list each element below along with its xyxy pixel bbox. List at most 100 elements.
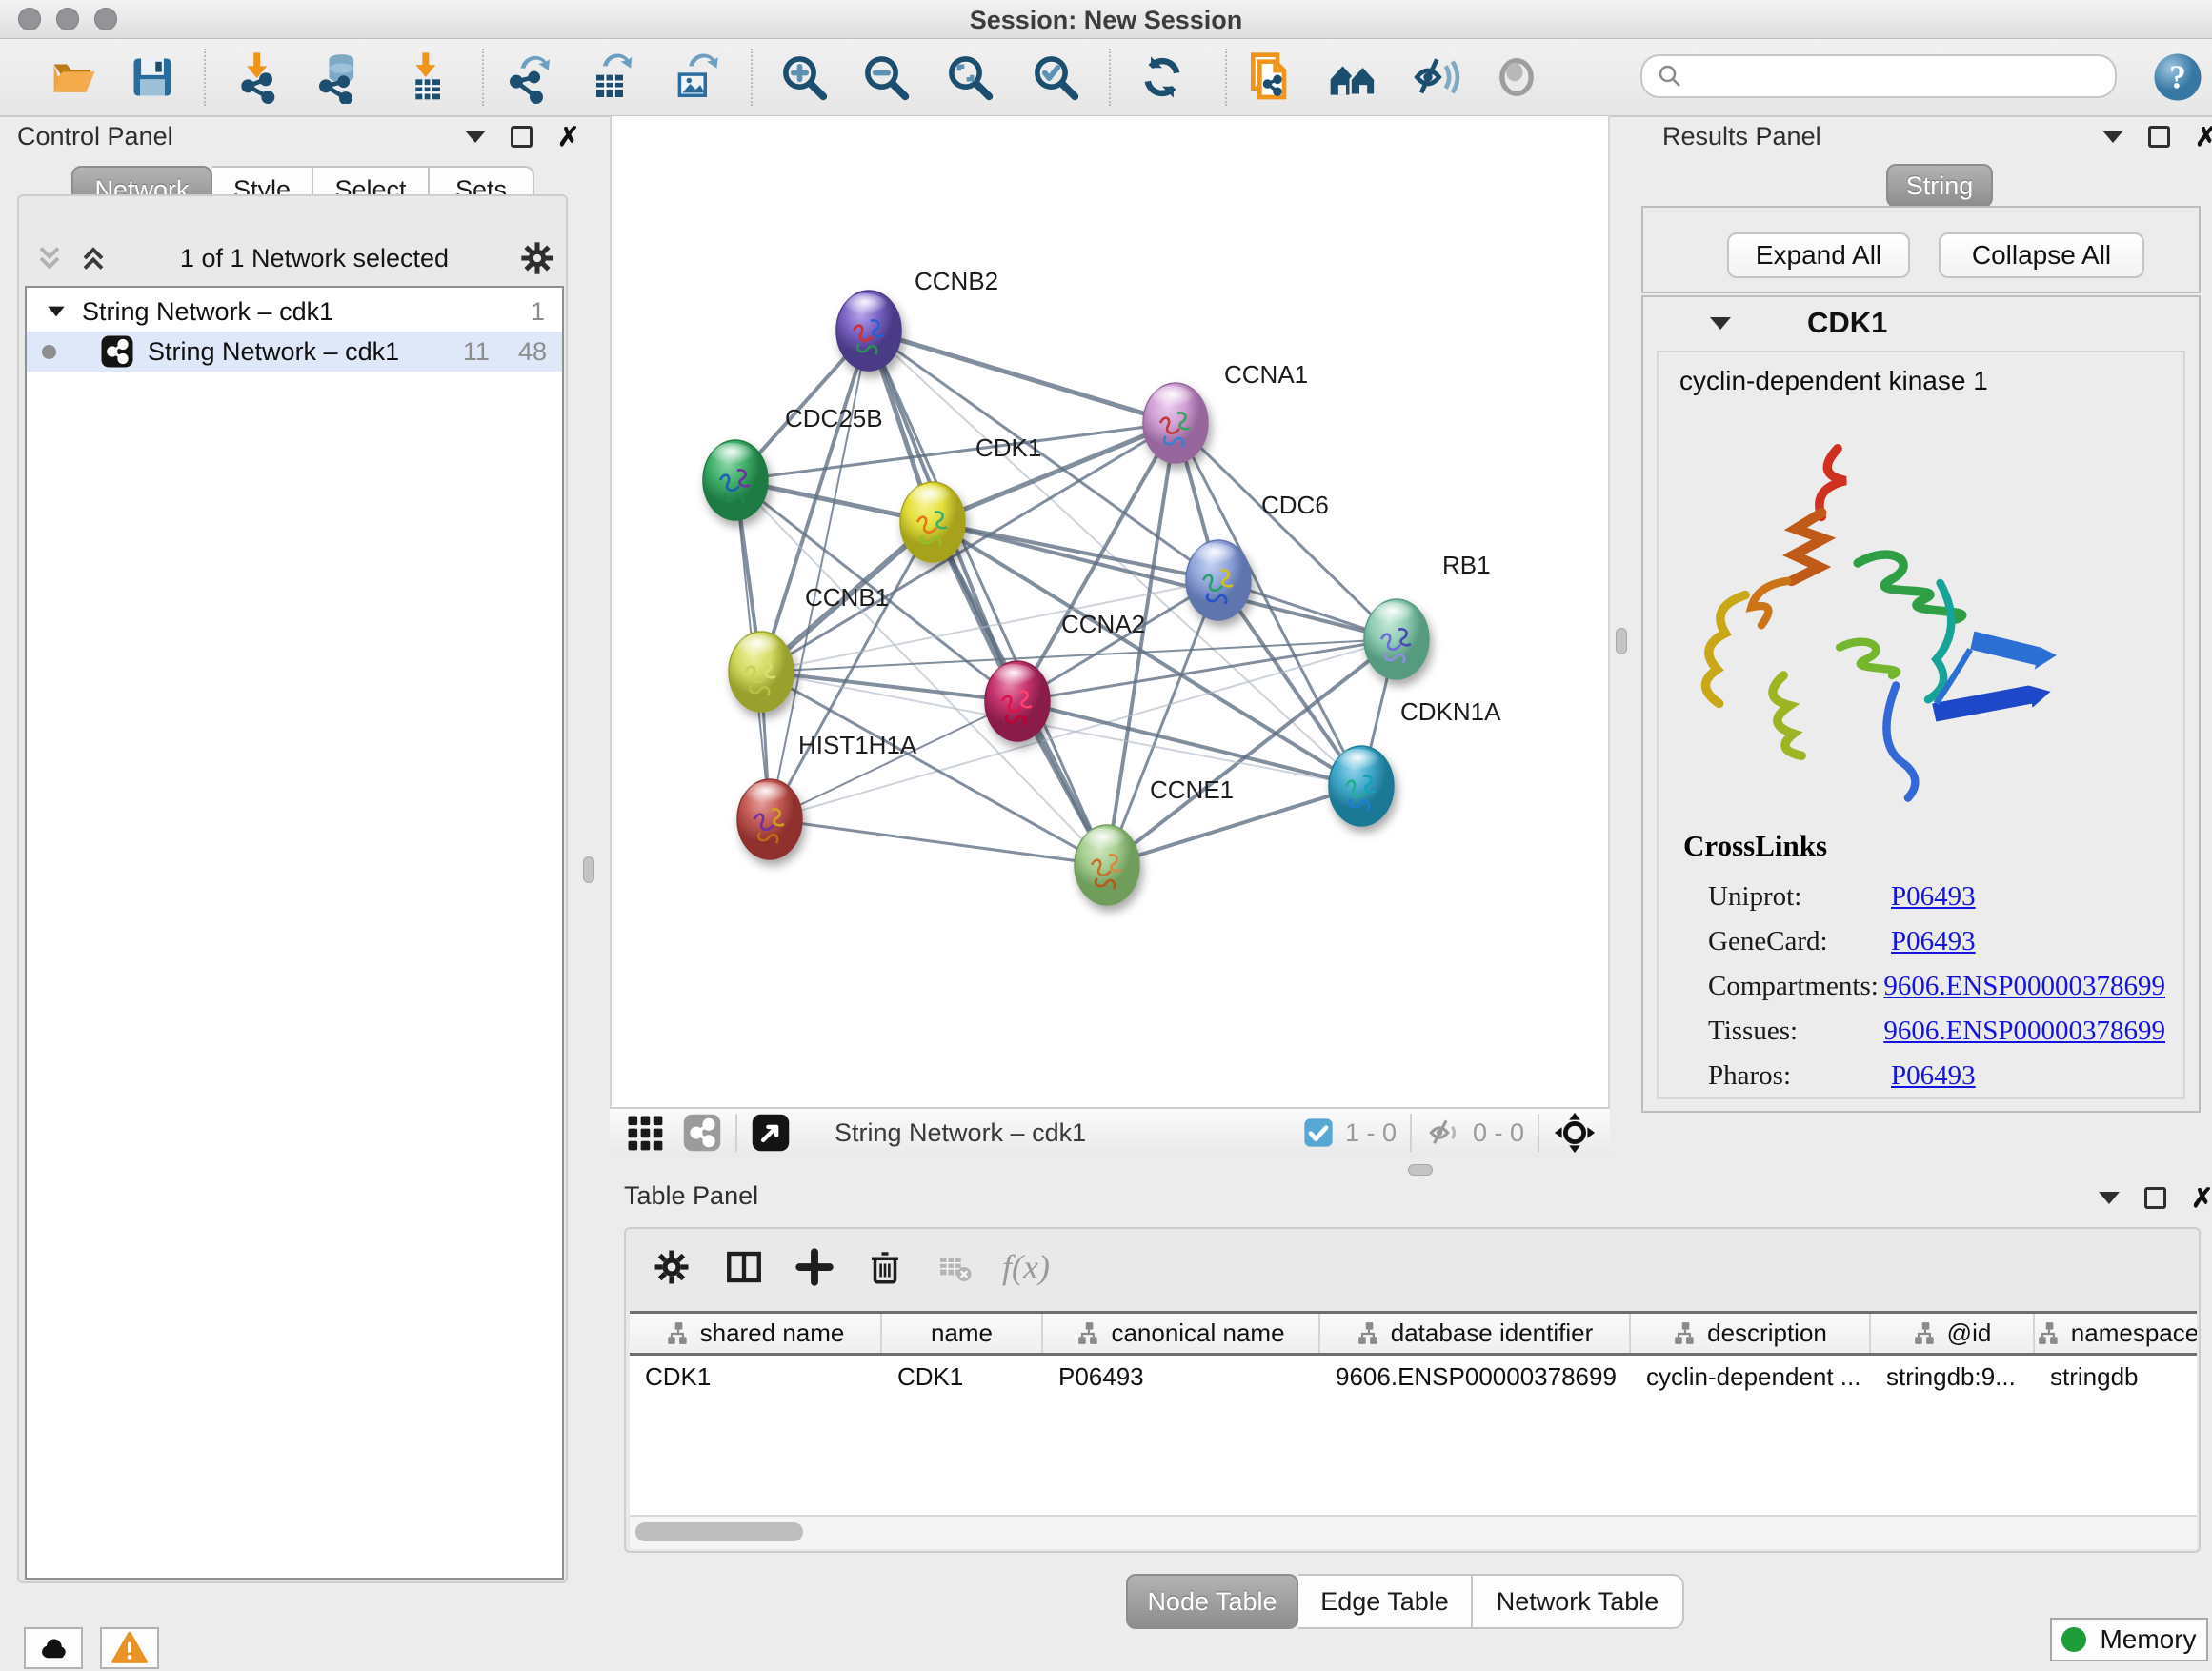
import-network-database-button[interactable] xyxy=(312,50,366,104)
node-label: CDC25B xyxy=(785,404,883,433)
scrollbar-thumb[interactable] xyxy=(635,1522,803,1541)
memory-button[interactable]: Memory xyxy=(2050,1618,2208,1661)
close-panel-icon[interactable]: ✗ xyxy=(557,128,579,147)
network-row[interactable]: String Network – cdk1 11 48 xyxy=(27,332,562,372)
expand-all-chevron-icon[interactable] xyxy=(76,241,111,275)
network-collection-row[interactable]: String Network – cdk1 1 xyxy=(27,292,562,332)
tree-expander-icon[interactable] xyxy=(44,299,69,324)
network-options-gear-icon[interactable] xyxy=(518,239,556,277)
column-header-canonical-name[interactable]: canonical name xyxy=(1043,1314,1320,1353)
float-panel-icon[interactable] xyxy=(465,131,486,143)
close-panel-icon[interactable]: ✗ xyxy=(2191,1189,2212,1208)
hide-panels-button[interactable] xyxy=(1408,50,1461,104)
tab-string[interactable]: String xyxy=(1886,164,1993,208)
export-table-button[interactable] xyxy=(583,50,636,104)
table-row[interactable]: CDK1CDK1P064939606.ENSP00000378699cyclin… xyxy=(630,1356,2197,1398)
hidden-eye-slash-icon[interactable] xyxy=(1425,1115,1461,1151)
open-session-button[interactable] xyxy=(48,50,101,104)
column-header-shared-name[interactable]: shared name xyxy=(630,1314,882,1353)
network-node-HIST1H1A[interactable] xyxy=(737,779,802,859)
crosslink-value[interactable]: P06493 xyxy=(1891,1060,1976,1092)
tab-node-table[interactable]: Node Table xyxy=(1126,1574,1298,1629)
network-node-CCNE1[interactable] xyxy=(1075,825,1139,905)
warnings-button[interactable] xyxy=(100,1627,159,1669)
selected-checkbox-icon[interactable] xyxy=(1303,1117,1334,1148)
table-body: CDK1CDK1P064939606.ENSP00000378699cyclin… xyxy=(630,1356,2197,1398)
network-node-CCNA1[interactable] xyxy=(1143,383,1208,463)
show-panels-button[interactable] xyxy=(1490,50,1543,104)
gene-section-header[interactable]: CDK1 xyxy=(1643,297,2199,349)
namespace-tree-icon xyxy=(1913,1321,1938,1346)
refresh-button[interactable] xyxy=(1136,50,1189,104)
left-splitter-handle[interactable] xyxy=(583,856,594,883)
column-header-namespace[interactable]: namespace xyxy=(2035,1314,2197,1353)
network-canvas[interactable]: CCNB2CCNA1CDC25BCDK1CDC6RB1CCNB1CCNA2CDK… xyxy=(610,116,1610,1107)
maximize-panel-icon[interactable] xyxy=(511,126,533,148)
gene-details: cyclin-dependent kinase 1 xyxy=(1657,351,2185,1099)
crosslink-value[interactable]: P06493 xyxy=(1891,881,1976,913)
collapse-all-chevron-icon[interactable] xyxy=(32,241,67,275)
float-panel-icon[interactable] xyxy=(2102,131,2123,143)
network-node-CDC25B[interactable] xyxy=(703,440,768,520)
function-builder-icon[interactable]: f(x) xyxy=(1002,1247,1050,1287)
zoom-fit-button[interactable] xyxy=(943,50,996,104)
show-columns-icon[interactable] xyxy=(724,1247,764,1287)
maximize-panel-icon[interactable] xyxy=(2144,1187,2166,1209)
network-node-CDC6[interactable] xyxy=(1186,540,1251,620)
expand-all-button[interactable]: Expand All xyxy=(1727,232,1910,278)
table-options-gear-icon[interactable] xyxy=(652,1247,692,1287)
crosslink-value[interactable]: 9606.ENSP00000378699 xyxy=(1883,971,2165,1002)
network-edge[interactable] xyxy=(1017,580,1218,701)
float-panel-icon[interactable] xyxy=(2099,1192,2120,1204)
tab-edge-table[interactable]: Edge Table xyxy=(1298,1574,1473,1629)
table-horizontal-scrollbar[interactable] xyxy=(630,1515,2197,1549)
column-header--id[interactable]: @id xyxy=(1871,1314,2035,1353)
crosslink-value[interactable]: P06493 xyxy=(1891,926,1976,957)
network-edge[interactable] xyxy=(869,331,1107,865)
detach-view-icon[interactable] xyxy=(751,1113,791,1153)
network-thumbnail-icon[interactable] xyxy=(682,1113,722,1153)
section-expander-icon[interactable] xyxy=(1710,317,1731,330)
network-edge[interactable] xyxy=(933,522,1397,639)
open-docs-button[interactable] xyxy=(1244,50,1297,104)
zoom-out-button[interactable] xyxy=(859,50,913,104)
gene-name: CDK1 xyxy=(1807,306,1887,340)
zoom-in-button[interactable] xyxy=(777,50,831,104)
network-node-CDKN1A[interactable] xyxy=(1329,746,1394,826)
network-edge[interactable] xyxy=(1107,786,1361,865)
network-node-RB1[interactable] xyxy=(1364,599,1429,679)
add-column-icon[interactable] xyxy=(794,1247,835,1287)
birds-eye-toggle-icon[interactable] xyxy=(1553,1111,1597,1155)
collapse-all-button[interactable]: Collapse All xyxy=(1939,232,2144,278)
column-header-name[interactable]: name xyxy=(882,1314,1043,1353)
cytoscape-home-button[interactable] xyxy=(1326,50,1379,104)
right-splitter-handle[interactable] xyxy=(1616,628,1627,654)
search-input[interactable] xyxy=(1684,61,2115,92)
help-button[interactable]: ? xyxy=(2151,50,2204,104)
export-image-button[interactable] xyxy=(667,50,720,104)
network-node-CCNB1[interactable] xyxy=(729,632,794,712)
delete-column-icon[interactable] xyxy=(865,1247,905,1287)
delete-table-icon[interactable] xyxy=(935,1248,974,1286)
column-header-database-identifier[interactable]: database identifier xyxy=(1320,1314,1631,1353)
export-network-button[interactable] xyxy=(503,50,556,104)
network-edge[interactable] xyxy=(770,701,1017,819)
network-edge[interactable] xyxy=(869,331,1176,423)
network-edge[interactable] xyxy=(761,331,869,672)
crosslink-value[interactable]: 9606.ENSP00000378699 xyxy=(1883,1016,2165,1047)
tab-network-table[interactable]: Network Table xyxy=(1473,1574,1684,1629)
network-node-CDK1[interactable] xyxy=(900,482,965,562)
horizontal-splitter-handle[interactable] xyxy=(1408,1164,1433,1176)
import-table-file-button[interactable] xyxy=(400,50,453,104)
save-session-button[interactable] xyxy=(126,50,179,104)
column-header-description[interactable]: description xyxy=(1631,1314,1871,1353)
network-edge[interactable] xyxy=(770,819,1107,865)
zoom-selected-button[interactable] xyxy=(1029,50,1082,104)
maximize-panel-icon[interactable] xyxy=(2148,126,2170,148)
network-node-CCNA2[interactable] xyxy=(985,661,1050,741)
cloud-status-button[interactable] xyxy=(24,1627,83,1669)
network-node-CCNB2[interactable] xyxy=(836,291,901,371)
grid-view-icon[interactable] xyxy=(625,1113,665,1153)
close-panel-icon[interactable]: ✗ xyxy=(2195,128,2212,147)
import-network-file-button[interactable] xyxy=(232,50,286,104)
